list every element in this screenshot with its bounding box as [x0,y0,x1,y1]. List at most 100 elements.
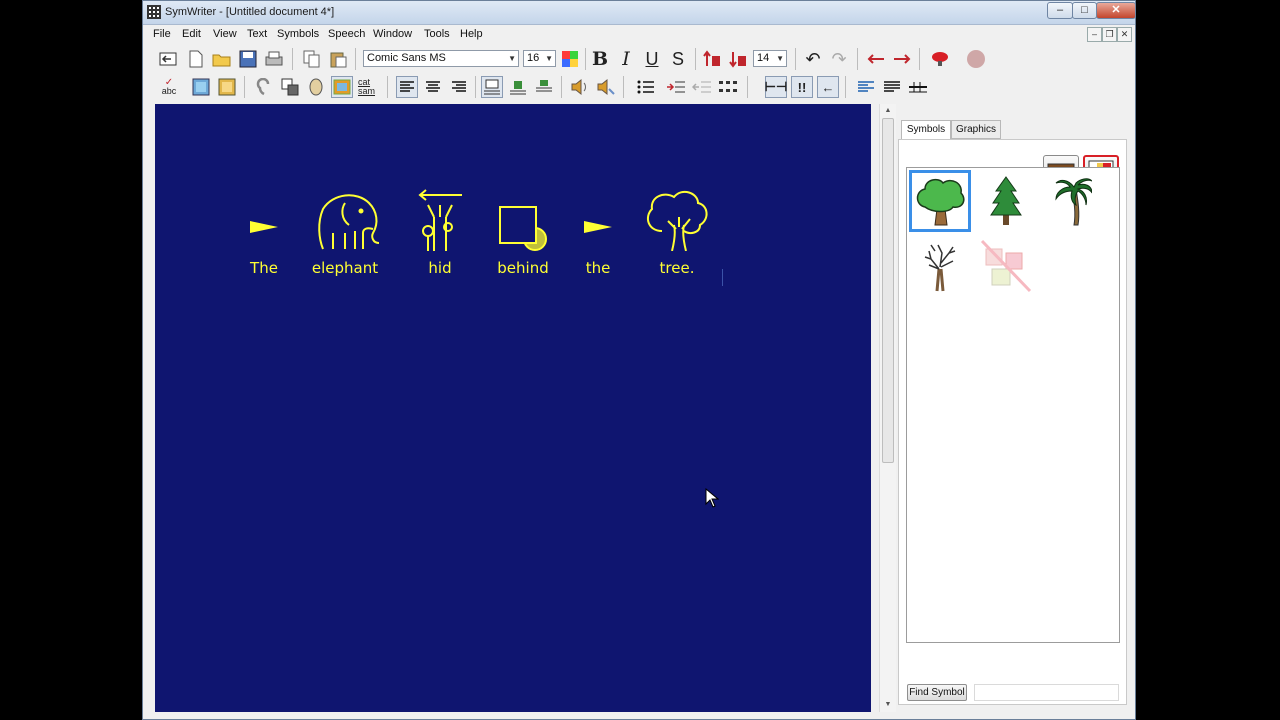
title-bar: SymWriter - [Untitled document 4*] – □ ✕ [143,1,1136,25]
elephant-icon [318,194,380,250]
find-symbol-input[interactable] [974,684,1119,701]
symbol-size-select[interactable]: 14 ▼ [753,50,787,67]
symbol-word-elephant[interactable]: elephant [305,189,385,277]
chevron-down-icon: ▼ [545,54,553,63]
underline-button[interactable]: U [641,48,663,70]
new-document-icon[interactable] [185,48,207,70]
close-button[interactable]: ✕ [1096,2,1136,19]
tab-graphics[interactable]: Graphics [951,120,1001,139]
tree-icon [646,190,708,251]
ear-icon[interactable] [253,76,275,98]
outdent-icon[interactable] [691,76,713,98]
spell-check-button[interactable]: ✓ abc [157,76,181,98]
align-left-icon[interactable] [396,76,418,98]
line-spacing-icon[interactable] [717,76,739,98]
word-behind: behind [497,259,549,277]
picture-frame-icon[interactable] [331,76,353,98]
back-icon[interactable] [157,48,179,70]
oval-icon[interactable] [305,76,327,98]
layers-icon[interactable] [279,76,301,98]
symbol-toolbar: ✓ abc cat sam ⊢⊣ !! ← [147,73,1127,101]
copy-icon[interactable] [301,48,323,70]
symbol-option-palm[interactable] [1041,170,1103,232]
font-name-select[interactable]: Comic Sans MS ▼ [363,50,519,67]
italic-button[interactable]: I [615,48,637,70]
scroll-thumb[interactable] [882,118,894,463]
align-center-icon[interactable] [422,76,444,98]
open-folder-icon[interactable] [211,48,233,70]
find-symbol-button[interactable]: Find Symbol [907,684,967,701]
symbol-size-value: 14 [757,52,770,64]
symbol-option-bare-tree[interactable] [909,236,971,298]
symbol-option-tree[interactable] [909,170,971,232]
save-icon[interactable] [237,48,259,70]
tree-pine-icon [990,176,1022,225]
menu-edit[interactable]: Edit [182,28,201,40]
strike-button[interactable]: S [667,48,689,70]
menu-text[interactable]: Text [247,28,267,40]
redo-icon[interactable]: ↷ [828,48,850,70]
record-icon[interactable] [929,48,951,70]
mouse-pointer-icon [705,488,719,508]
menu-file[interactable]: File [153,28,171,40]
undo-icon[interactable]: ↶ [802,48,824,70]
text-caret [722,269,723,286]
font-size-select[interactable]: 16 ▼ [523,50,556,67]
menu-tools[interactable]: Tools [424,28,450,40]
indent-icon[interactable] [665,76,687,98]
decrease-spacing-icon[interactable] [865,48,887,70]
pointer-arrow-icon [250,221,278,233]
scroll-down-icon[interactable]: ▼ [880,698,896,712]
punctuation-icon[interactable]: !! [791,76,813,98]
speaker-icon[interactable] [569,76,591,98]
decrease-size-icon[interactable] [727,48,749,70]
hide-behind-tree-icon [418,189,462,251]
symbol-option-none[interactable] [975,236,1037,298]
menu-view[interactable]: View [213,28,237,40]
symbol-word-the-2[interactable]: the [578,189,618,277]
symbol-word-tree[interactable]: tree. [642,189,712,277]
symbol-set-icon[interactable] [190,76,212,98]
mdi-restore-icon[interactable]: ❐ [1102,27,1117,42]
color-palette-icon[interactable] [559,48,581,70]
stop-icon[interactable] [965,48,987,70]
menu-symbols[interactable]: Symbols [277,28,319,40]
return-arrow-icon[interactable]: ← [817,76,839,98]
justify-icon[interactable] [855,76,877,98]
align-right-icon[interactable] [448,76,470,98]
justify-full-icon[interactable] [881,76,903,98]
grid-lines-icon[interactable] [907,76,929,98]
scroll-up-icon[interactable]: ▲ [880,104,896,118]
bold-button[interactable]: B [589,48,611,70]
symbol-word-the-1[interactable]: The [244,189,284,277]
document-scrollbar[interactable]: ▲ ▼ [879,104,896,712]
symbol-style-icon[interactable] [216,76,238,98]
paste-icon[interactable] [327,48,349,70]
bullet-list-icon[interactable] [635,76,657,98]
chevron-down-icon: ▼ [508,54,516,63]
minimize-button[interactable]: – [1047,2,1073,19]
cat-sam-button[interactable]: cat sam [358,76,380,98]
symbol-word-behind[interactable]: behind [495,189,551,277]
increase-size-icon[interactable] [701,48,723,70]
symbol-word-hid[interactable]: hid [410,189,470,277]
menu-help[interactable]: Help [460,28,483,40]
symbol-bottom-icon[interactable] [533,76,555,98]
mdi-minimize-icon[interactable]: – [1087,27,1102,42]
word-space-icon[interactable]: ⊢⊣ [765,76,787,98]
symbol-middle-icon[interactable] [507,76,529,98]
maximize-button[interactable]: □ [1072,2,1097,19]
increase-spacing-icon[interactable] [891,48,913,70]
speaker-settings-icon[interactable] [595,76,617,98]
menu-speech[interactable]: Speech [328,28,365,40]
tab-symbols[interactable]: Symbols [901,120,951,140]
print-icon[interactable] [263,48,285,70]
spell-check-label: abc [161,86,177,96]
palm-tree-icon [1055,178,1092,226]
document-canvas[interactable]: The elephant hid behind the tree. [155,104,871,712]
symbol-top-icon[interactable] [481,76,503,98]
symbol-option-pine[interactable] [975,170,1037,232]
menu-window[interactable]: Window [373,28,412,40]
app-window: SymWriter - [Untitled document 4*] – □ ✕… [142,0,1136,720]
mdi-close-icon[interactable]: ✕ [1117,27,1132,42]
